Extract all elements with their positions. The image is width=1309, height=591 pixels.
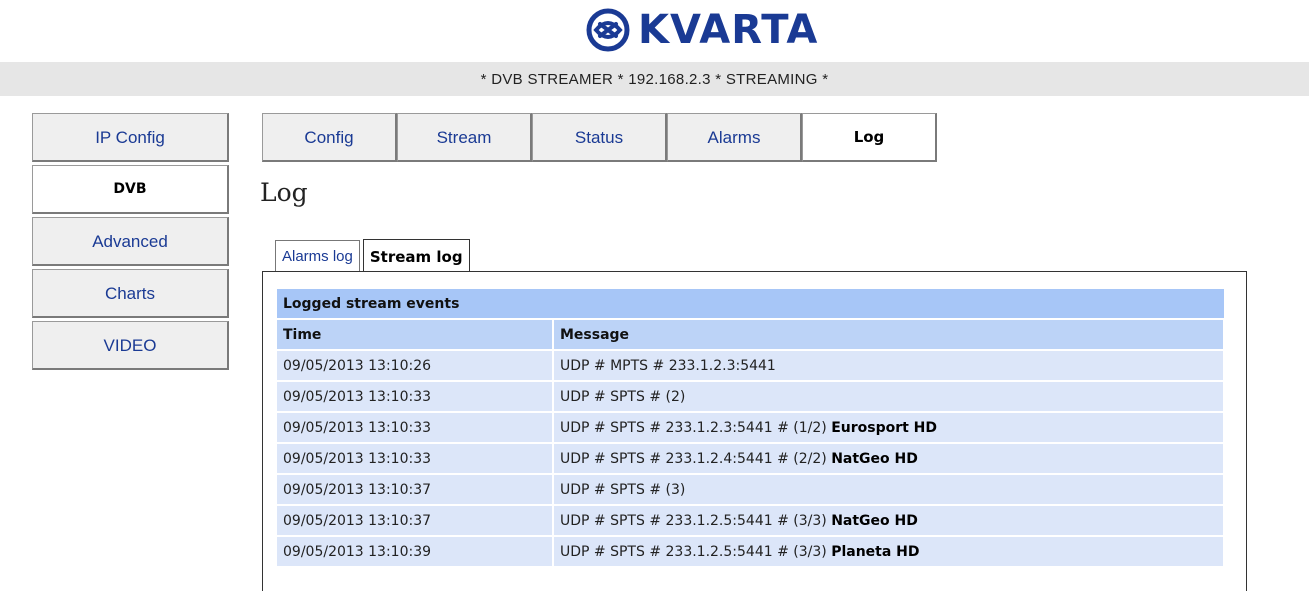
channel-name: Planeta HD — [831, 543, 920, 560]
table-row: 09/05/2013 13:10:37 UDP # SPTS # (3) — [277, 474, 1225, 506]
message-text: UDP # SPTS # 233.1.2.5:5441 # (3/3) — [560, 512, 827, 529]
table-row: 09/05/2013 13:10:37 UDP # SPTS # 233.1.2… — [277, 505, 1225, 537]
cell-time: 09/05/2013 13:10:33 — [277, 443, 554, 475]
column-header-message: Message — [553, 319, 1225, 351]
sidebar-item-charts[interactable]: Charts — [32, 269, 229, 318]
table-caption: Logged stream events — [277, 289, 1224, 320]
table-header-row: Time Message — [277, 319, 1225, 351]
cell-time: 09/05/2013 13:10:33 — [277, 412, 554, 444]
message-text: UDP # SPTS # (2) — [560, 388, 686, 405]
channel-name: NatGeo HD — [831, 450, 918, 467]
sidebar-item-dvb[interactable]: DVB — [32, 165, 229, 214]
top-tab-bar: Config Stream Status Alarms Log — [262, 113, 937, 162]
sidebar-item-video[interactable]: VIDEO — [32, 321, 229, 370]
cell-message: UDP # SPTS # 233.1.2.4:5441 # (2/2) NatG… — [553, 443, 1225, 475]
cell-time: 09/05/2013 13:10:37 — [277, 474, 554, 506]
stream-log-panel: Logged stream events Time Message 09/05/… — [262, 271, 1247, 591]
brand-name: KVARTA — [638, 7, 819, 53]
column-header-time: Time — [277, 319, 554, 351]
message-text: UDP # SPTS # 233.1.2.4:5441 # (2/2) — [560, 450, 827, 467]
cell-time: 09/05/2013 13:10:33 — [277, 381, 554, 413]
message-text: UDP # SPTS # (3) — [560, 481, 686, 498]
device-status-bar: * DVB STREAMER * 192.168.2.3 * STREAMING… — [0, 62, 1309, 96]
kvarta-logo-icon — [586, 8, 630, 52]
tab-log[interactable]: Log — [802, 113, 937, 162]
subtab-stream-log[interactable]: Stream log — [362, 239, 470, 273]
sidebar-item-advanced[interactable]: Advanced — [32, 217, 229, 266]
table-row: 09/05/2013 13:10:33 UDP # SPTS # 233.1.2… — [277, 443, 1225, 475]
cell-message: UDP # MPTS # 233.1.2.3:5441 — [553, 350, 1225, 382]
tab-config[interactable]: Config — [262, 113, 397, 162]
tab-status[interactable]: Status — [532, 113, 667, 162]
kvarta-logo: KVARTA — [586, 6, 818, 54]
device-status-text: * DVB STREAMER * 192.168.2.3 * STREAMING… — [480, 70, 829, 88]
channel-name: NatGeo HD — [831, 512, 918, 529]
subtab-alarms-log[interactable]: Alarms log — [275, 240, 360, 272]
table-caption-row: Logged stream events — [277, 289, 1224, 320]
cell-message: UDP # SPTS # 233.1.2.5:5441 # (3/3) Plan… — [553, 536, 1225, 568]
tab-alarms[interactable]: Alarms — [667, 113, 802, 162]
channel-name: Eurosport HD — [831, 419, 938, 436]
cell-time: 09/05/2013 13:10:39 — [277, 536, 554, 568]
cell-time: 09/05/2013 13:10:37 — [277, 505, 554, 537]
cell-time: 09/05/2013 13:10:26 — [277, 350, 554, 382]
cell-message: UDP # SPTS # 233.1.2.3:5441 # (1/2) Euro… — [553, 412, 1225, 444]
table-row: 09/05/2013 13:10:26 UDP # MPTS # 233.1.2… — [277, 350, 1225, 382]
log-subtabs: Alarms log Stream log — [275, 238, 473, 273]
message-text: UDP # SPTS # 233.1.2.3:5441 # (1/2) — [560, 419, 827, 436]
table-row: 09/05/2013 13:10:33 UDP # SPTS # 233.1.2… — [277, 412, 1225, 444]
message-text: UDP # MPTS # 233.1.2.3:5441 — [560, 357, 776, 374]
page-title: Log — [260, 178, 308, 207]
table-row: 09/05/2013 13:10:39 UDP # SPTS # 233.1.2… — [277, 536, 1225, 568]
table-row: 09/05/2013 13:10:33 UDP # SPTS # (2) — [277, 381, 1225, 413]
cell-message: UDP # SPTS # (3) — [553, 474, 1225, 506]
cell-message: UDP # SPTS # (2) — [553, 381, 1225, 413]
cell-message: UDP # SPTS # 233.1.2.5:5441 # (3/3) NatG… — [553, 505, 1225, 537]
stream-events-table: Logged stream events Time Message 09/05/… — [277, 289, 1225, 568]
sidebar-item-ip-config[interactable]: IP Config — [32, 113, 229, 162]
tab-stream[interactable]: Stream — [397, 113, 532, 162]
sidebar: IP Config DVB Advanced Charts VIDEO — [32, 113, 229, 373]
message-text: UDP # SPTS # 233.1.2.5:5441 # (3/3) — [560, 543, 827, 560]
